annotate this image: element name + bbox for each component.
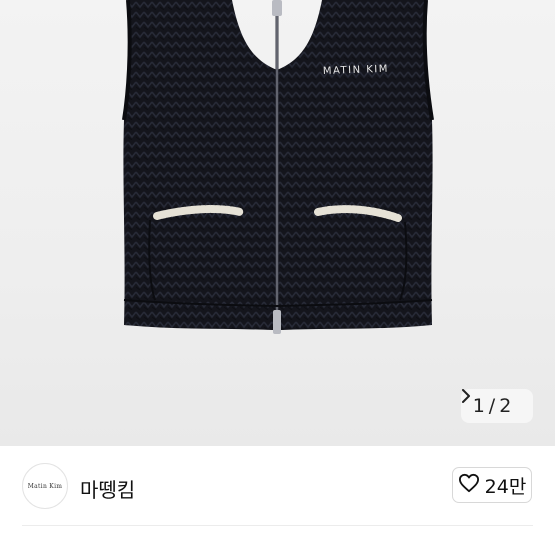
image-counter-separator: /	[488, 395, 496, 417]
like-button[interactable]: 24만	[452, 467, 532, 503]
store-name[interactable]: 마뗑킴	[80, 474, 135, 503]
product-image[interactable]: MATIN KIM 1 / 2	[0, 0, 555, 446]
store-logo-text: Matin Kim	[27, 482, 63, 490]
zipper-pull-bottom	[273, 310, 281, 334]
zipper-pull-top	[272, 0, 282, 16]
image-counter-current: 1	[472, 395, 485, 417]
store-logo[interactable]: Matin Kim	[22, 463, 68, 509]
divider	[22, 525, 533, 526]
image-counter-total: 2	[499, 395, 512, 417]
store-row: Matin Kim 마뗑킴 24만	[0, 446, 555, 526]
embroidered-logo: MATIN KIM	[323, 64, 389, 77]
heart-outline-icon	[458, 473, 480, 498]
vest-illustration: MATIN KIM	[122, 0, 434, 334]
like-count: 24만	[484, 475, 527, 498]
image-counter[interactable]: 1 / 2	[461, 389, 533, 423]
